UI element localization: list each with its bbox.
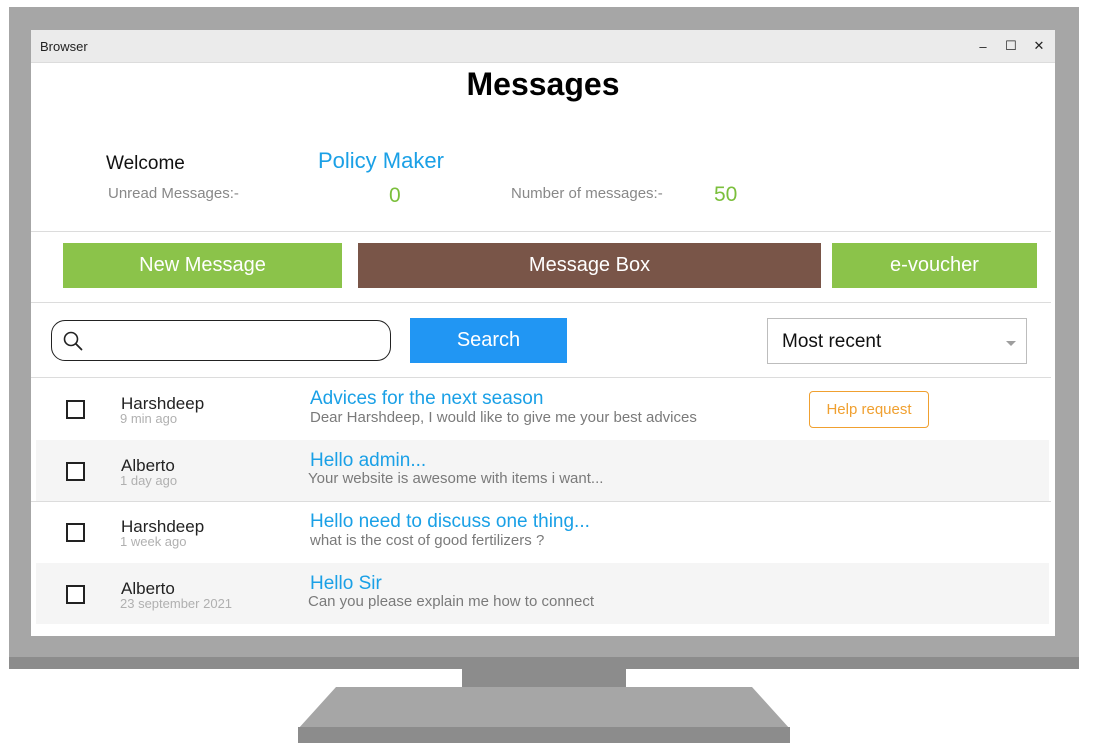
monitor-stand [298, 687, 790, 729]
search-button[interactable]: Search [410, 318, 567, 363]
message-preview: what is the cost of good fertilizers ? [310, 532, 545, 549]
message-preview: Can you please explain me how to connect [308, 593, 595, 610]
row-checkbox[interactable] [66, 462, 85, 481]
row-checkbox[interactable] [66, 400, 85, 419]
total-messages-label: Number of messages:- [511, 185, 663, 202]
divider [31, 231, 1051, 232]
minimize-icon[interactable]: – [973, 36, 993, 56]
welcome-label: Welcome [106, 153, 185, 174]
message-preview: Your website is awesome with items i wan… [308, 470, 604, 487]
sort-dropdown[interactable]: Most recent [767, 318, 1027, 364]
message-time: 1 week ago [120, 534, 187, 549]
maximize-icon[interactable]: ☐ [1001, 36, 1021, 56]
e-voucher-button[interactable]: e-voucher [832, 243, 1037, 288]
message-row[interactable]: Alberto 1 day ago Hello admin... Your we… [36, 440, 1049, 501]
unread-messages-label: Unread Messages:- [108, 185, 239, 202]
message-row[interactable]: Harshdeep 9 min ago Advices for the next… [36, 379, 1049, 440]
row-checkbox[interactable] [66, 523, 85, 542]
close-icon[interactable]: ✕ [1029, 36, 1049, 56]
message-row[interactable]: Harshdeep 1 week ago Hello need to discu… [36, 502, 1049, 563]
help-request-button[interactable]: Help request [809, 391, 929, 428]
search-box[interactable] [51, 320, 391, 361]
row-checkbox[interactable] [66, 585, 85, 604]
new-message-button[interactable]: New Message [63, 243, 342, 288]
unread-messages-count: 0 [389, 184, 401, 207]
divider [31, 302, 1051, 303]
monitor-bezel-bottom [9, 657, 1079, 669]
title-bar: Browser – ☐ ✕ [31, 30, 1055, 63]
message-time: 9 min ago [120, 411, 178, 426]
total-messages-count: 50 [714, 183, 738, 206]
sort-selected-value: Most recent [782, 331, 882, 352]
message-box-button[interactable]: Message Box [358, 243, 821, 288]
monitor-stand-base [298, 727, 790, 743]
message-time: 1 day ago [120, 473, 178, 488]
message-subject[interactable]: Hello admin... [310, 450, 426, 472]
window-title: Browser [40, 39, 88, 54]
message-subject[interactable]: Advices for the next season [310, 388, 543, 410]
message-row[interactable]: Alberto 23 september 2021 Hello Sir Can … [36, 563, 1049, 624]
chevron-down-icon [1006, 341, 1016, 346]
username: Policy Maker [318, 148, 444, 173]
message-subject[interactable]: Hello need to discuss one thing... [310, 511, 590, 533]
message-time: 23 september 2021 [120, 596, 233, 611]
message-subject[interactable]: Hello Sir [310, 573, 382, 595]
search-input[interactable] [92, 327, 381, 355]
search-icon [63, 331, 83, 351]
browser-window: Browser – ☐ ✕ Messages Welcome Policy Ma… [31, 30, 1055, 636]
page-title: Messages [466, 66, 620, 102]
message-preview: Dear Harshdeep, I would like to give me … [310, 409, 697, 426]
divider [31, 377, 1051, 378]
